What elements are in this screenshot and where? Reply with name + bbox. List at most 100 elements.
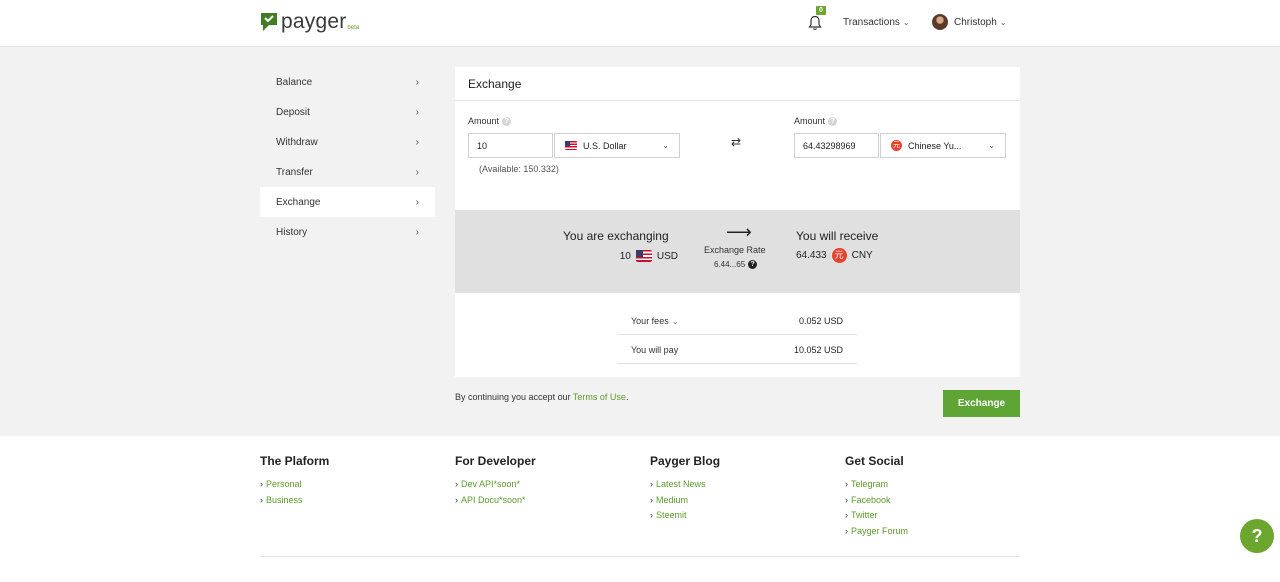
to-currency-value: Chinese Yu... — [908, 140, 962, 151]
sidebar-item-deposit[interactable]: Deposit › — [260, 97, 435, 127]
sidebar-item-exchange[interactable]: Exchange › — [260, 187, 435, 217]
to-amount-value: 64.43298969 — [803, 140, 856, 151]
sidebar: Balance › Deposit › Withdraw › Transfer … — [260, 67, 435, 247]
notification-badge: 0 — [816, 6, 826, 15]
chevron-right-icon: › — [845, 510, 848, 520]
footer-link[interactable]: › API Docu*soon* — [455, 493, 536, 509]
exchange-button[interactable]: Exchange — [943, 390, 1020, 417]
payger-logo[interactable]: payger beta — [260, 10, 360, 33]
swap-icon[interactable]: ⇄ — [731, 135, 741, 149]
chevron-right-icon: › — [455, 479, 458, 489]
footer-link[interactable]: › Payger Forum — [845, 524, 908, 540]
footer-link[interactable]: › Personal — [260, 477, 329, 493]
sidebar-item-label: Transfer — [276, 166, 313, 178]
footer-col-title: Payger Blog — [650, 454, 721, 468]
sidebar-item-history[interactable]: History › — [260, 217, 435, 247]
footer-col-title: For Developer — [455, 454, 536, 468]
footer-link-text: Twitter — [851, 510, 878, 520]
footer-link-text: Latest News — [656, 479, 706, 489]
exchanging-title: You are exchanging — [563, 229, 669, 243]
exchange-rate-value: 6.44...65 ? — [714, 260, 758, 269]
fees-label: Your fees ⌄ — [631, 316, 678, 326]
sidebar-item-label: Exchange — [276, 196, 321, 208]
chevron-down-icon: ⌄ — [999, 18, 1007, 27]
cny-icon: 元 — [891, 140, 902, 151]
footer-link[interactable]: › Telegram — [845, 477, 908, 493]
sidebar-item-balance[interactable]: Balance › — [260, 67, 435, 97]
to-amount-label: Amount ? — [794, 116, 838, 126]
terms-prefix: By continuing you accept our — [455, 392, 571, 402]
chevron-right-icon: › — [415, 226, 419, 238]
footer-link-text: Payger Forum — [851, 525, 909, 536]
chevron-right-icon: › — [455, 494, 458, 505]
chevron-right-icon: › — [845, 525, 848, 536]
question-icon[interactable]: ? — [748, 260, 758, 269]
footer-link-text: Medium — [656, 494, 689, 505]
exchanging-value: 10 USD — [620, 250, 678, 262]
footer-link[interactable]: › Facebook — [845, 493, 908, 509]
chevron-right-icon: › — [415, 76, 419, 88]
footer-link[interactable]: › Dev API*soon* — [455, 477, 536, 493]
footer-link-text: Facebook — [851, 494, 891, 505]
to-amount-label-text: Amount — [794, 116, 826, 126]
top-header: payger beta 0 Transactions ⌄ Christoph ⌄ — [0, 0, 1280, 47]
total-row: You will pay 10.052 USD — [617, 335, 857, 364]
footer-link-text: Personal — [266, 479, 302, 489]
to-currency-select[interactable]: 元 Chinese Yu... ⌄ — [880, 133, 1006, 158]
footer-link[interactable]: › Latest News — [650, 477, 720, 493]
chevron-right-icon: › — [845, 479, 848, 489]
divider — [260, 556, 1020, 557]
user-menu[interactable]: Christoph ⌄ — [954, 17, 1007, 28]
from-currency-select[interactable]: U.S. Dollar ⌄ — [554, 133, 680, 158]
bell-icon[interactable] — [808, 15, 822, 31]
us-flag-icon — [565, 141, 577, 150]
chevron-right-icon: › — [650, 479, 653, 489]
divider — [455, 100, 1020, 101]
fees-row[interactable]: Your fees ⌄ 0.052 USD — [617, 306, 857, 335]
chevron-right-icon: › — [650, 510, 653, 520]
help-icon[interactable]: ? — [828, 116, 838, 126]
footer-link[interactable]: › Twitter — [845, 508, 908, 524]
fees-label-text: Your fees — [631, 316, 669, 326]
avatar[interactable] — [932, 14, 948, 30]
chevron-right-icon: › — [415, 136, 419, 148]
help-chat-button[interactable]: ? — [1240, 519, 1274, 553]
footer-col-social: Get Social › Telegram › Facebook › Twitter … — [845, 454, 908, 539]
to-amount-input[interactable]: 64.43298969 — [794, 133, 879, 158]
transactions-menu[interactable]: Transactions ⌄ — [843, 17, 910, 28]
receive-amount: 64.433 — [796, 250, 827, 261]
sidebar-item-transfer[interactable]: Transfer › — [260, 157, 435, 187]
pay-label: You will pay — [631, 345, 679, 355]
footer-link-text: API Docu*soon* — [461, 494, 526, 505]
us-flag-icon — [635, 250, 652, 262]
logo-text: payger — [281, 10, 347, 33]
receive-code: CNY — [851, 250, 873, 261]
receive-title: You will receive — [796, 229, 879, 243]
from-amount-input[interactable]: 10 — [468, 133, 553, 158]
sidebar-item-withdraw[interactable]: Withdraw › — [260, 127, 435, 157]
chevron-right-icon: › — [260, 479, 263, 489]
help-icon[interactable]: ? — [502, 116, 512, 126]
terms-text: By continuing you accept our Terms of Us… — [455, 392, 628, 402]
footer-link[interactable]: › Medium — [650, 493, 720, 509]
exchange-card: Exchange Amount ? 10 U.S. Dollar ⌄ (Avai… — [455, 67, 1020, 377]
chevron-down-icon: ⌄ — [902, 18, 910, 27]
sidebar-item-label: Withdraw — [276, 136, 318, 148]
footer-col-developer: For Developer › Dev API*soon* › API Docu*s… — [455, 454, 536, 508]
user-name: Christoph — [954, 17, 997, 28]
footer-col-blog: Payger Blog › Latest News › Medium › Steemi… — [650, 454, 720, 524]
footer-link[interactable]: › Steemit — [650, 508, 720, 524]
chevron-down-icon: ⌄ — [671, 316, 679, 326]
page-title: Exchange — [468, 77, 522, 91]
fees-value: 0.052 USD — [798, 316, 843, 326]
footer-link[interactable]: › Business — [260, 493, 329, 509]
question-icon: ? — [1251, 525, 1263, 546]
footer-col-title: Get Social — [845, 454, 904, 468]
terms-suffix: . — [625, 392, 629, 402]
terms-link[interactable]: Terms of Use — [573, 392, 626, 402]
chevron-down-icon: ⌄ — [662, 141, 669, 150]
from-amount-label: Amount ? — [468, 116, 512, 126]
footer-link-text: Steemit — [656, 510, 687, 520]
logo-beta-tag: beta — [347, 25, 360, 31]
chevron-right-icon: › — [260, 494, 263, 505]
